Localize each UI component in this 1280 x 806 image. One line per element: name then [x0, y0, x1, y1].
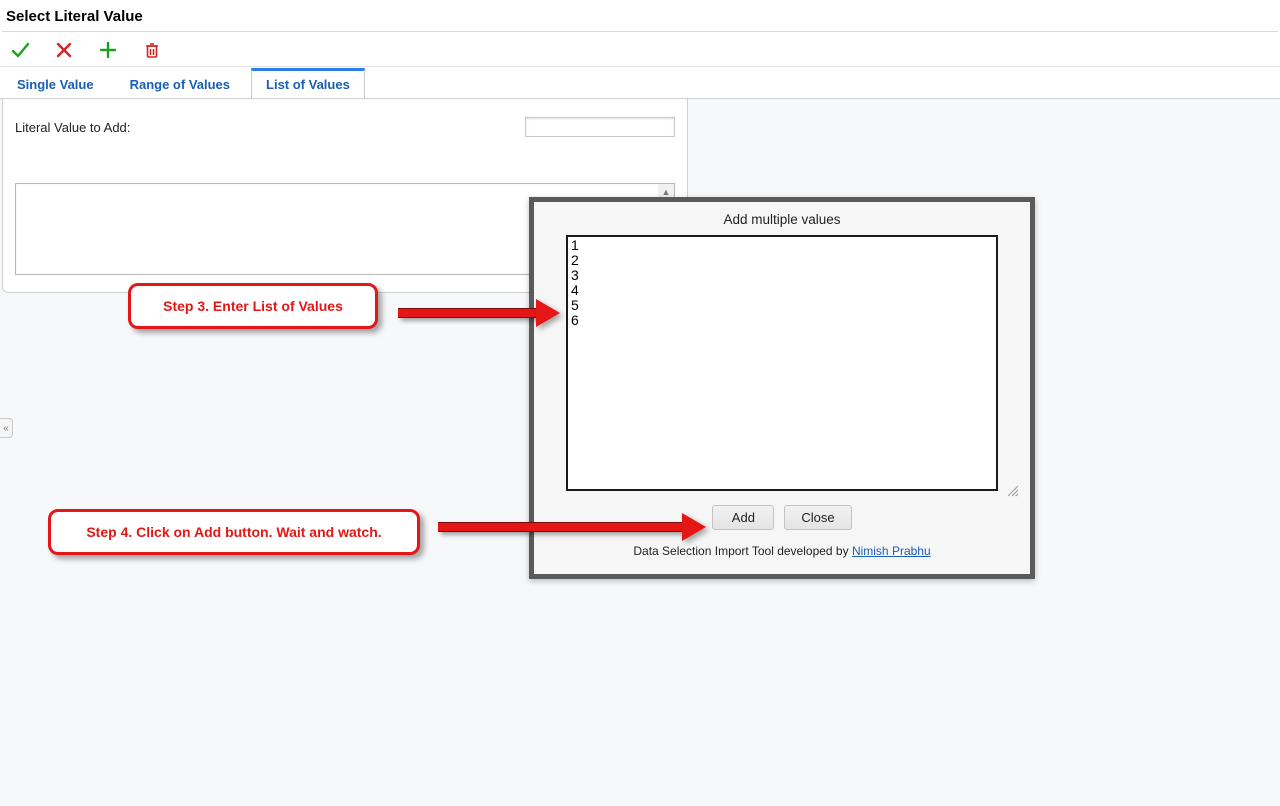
chevron-left-icon: « — [3, 423, 9, 434]
tab-range-of-values[interactable]: Range of Values — [115, 70, 245, 99]
dialog-title: Add multiple values — [534, 202, 1030, 235]
annotation-step-4: Step 4. Click on Add button. Wait and wa… — [48, 509, 420, 555]
multiple-values-textarea[interactable] — [566, 235, 998, 491]
annotation-step-3: Step 3. Enter List of Values — [128, 283, 378, 329]
close-button[interactable]: Close — [784, 505, 851, 530]
delete-icon[interactable] — [142, 40, 162, 60]
annotation-arrow-icon — [398, 299, 562, 327]
toolbar — [0, 32, 1280, 66]
literal-value-label: Literal Value to Add: — [15, 120, 130, 135]
confirm-icon[interactable] — [10, 40, 30, 60]
add-icon[interactable] — [98, 40, 118, 60]
cancel-icon[interactable] — [54, 40, 74, 60]
credit-text: Data Selection Import Tool developed by — [633, 544, 852, 558]
add-button[interactable]: Add — [712, 505, 774, 530]
page-title: Select Literal Value — [0, 0, 1280, 31]
dialog-credit: Data Selection Import Tool developed by … — [534, 544, 1030, 558]
credit-link[interactable]: Nimish Prabhu — [852, 544, 931, 558]
resize-handle-icon[interactable] — [1006, 484, 1020, 498]
collapse-handle[interactable]: « — [0, 418, 13, 438]
tab-list-of-values[interactable]: List of Values — [251, 68, 365, 99]
tab-single-value[interactable]: Single Value — [2, 70, 109, 99]
literal-value-row: Literal Value to Add: — [15, 117, 675, 137]
tabs: Single Value Range of Values List of Val… — [0, 67, 1280, 98]
literal-value-input[interactable] — [525, 117, 675, 137]
annotation-arrow-icon — [438, 513, 708, 541]
